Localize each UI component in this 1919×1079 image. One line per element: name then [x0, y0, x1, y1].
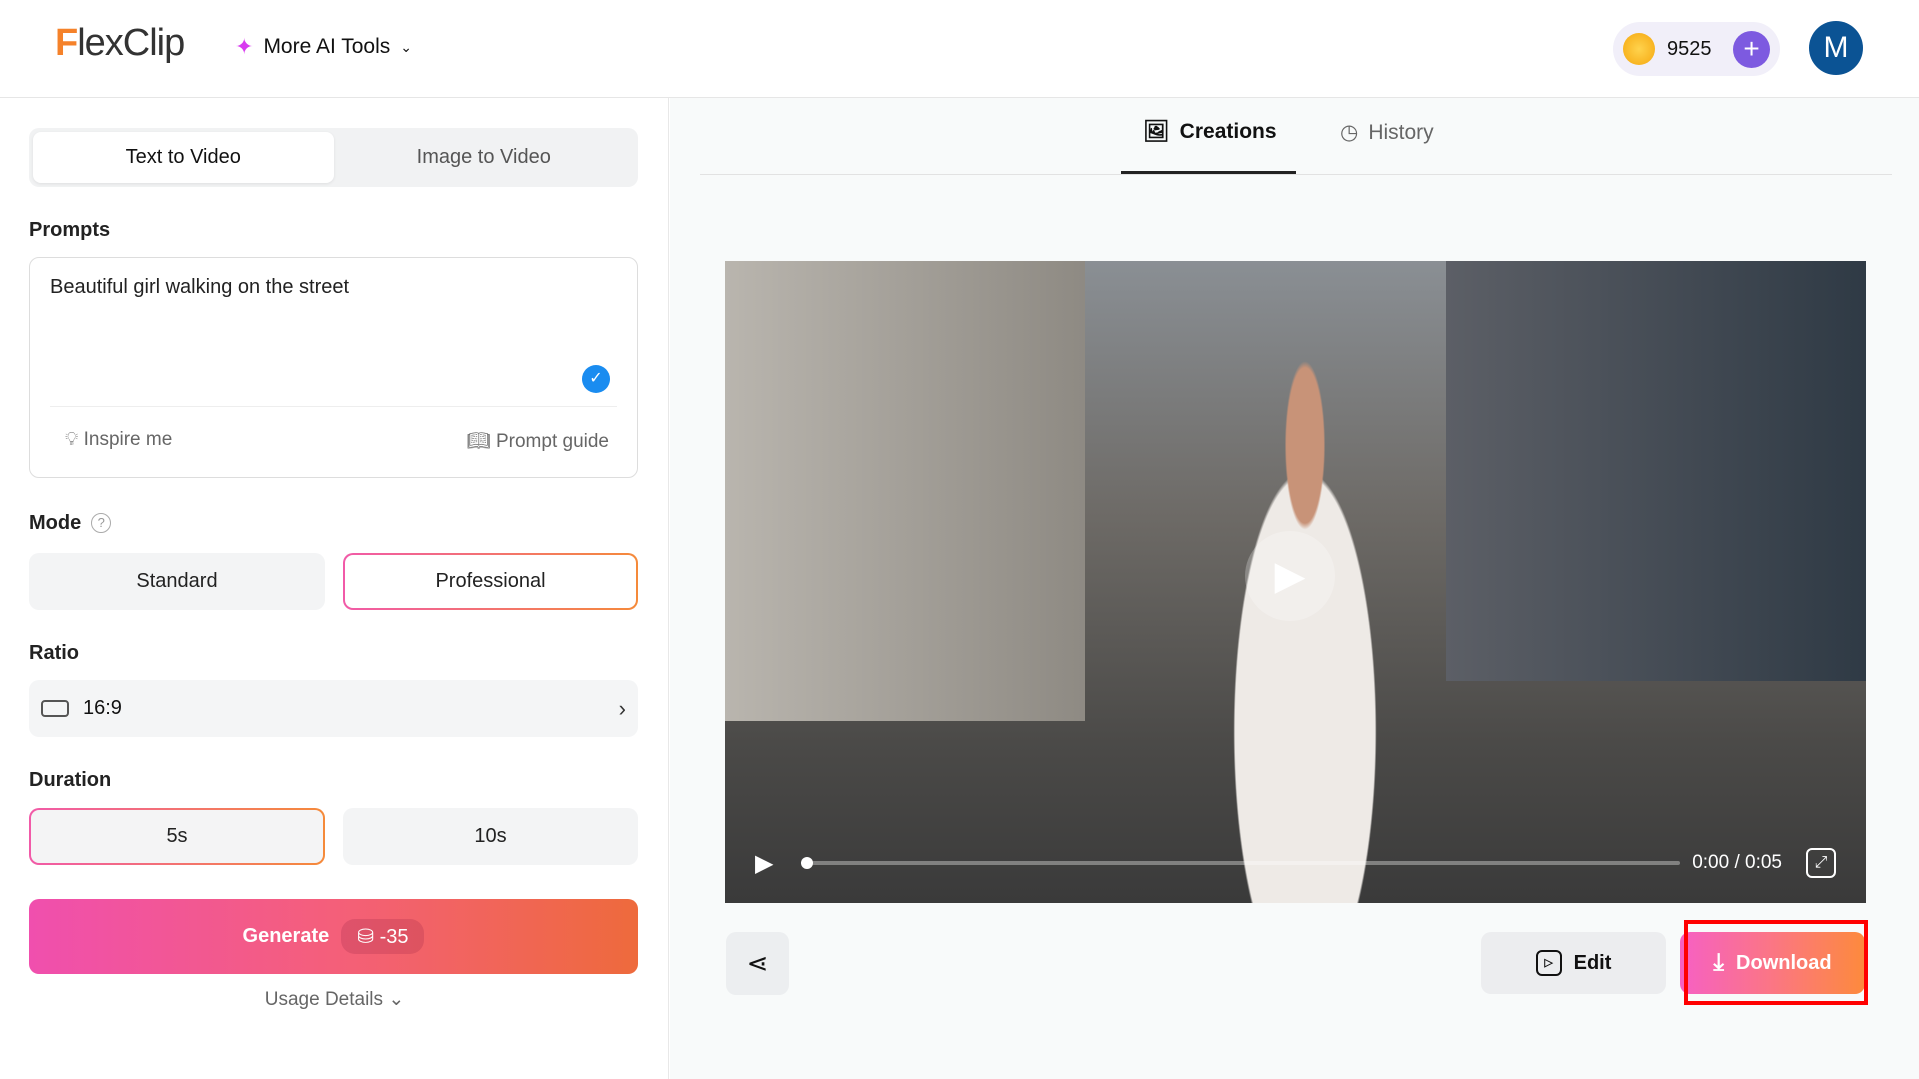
flexclip-logo[interactable]: FlexClip: [55, 22, 184, 65]
ratio-selector[interactable]: 16:9 ›: [29, 680, 638, 737]
fullscreen-icon[interactable]: ⤢: [1806, 848, 1836, 878]
prompt-guide-label: Prompt guide: [496, 431, 609, 452]
edit-button[interactable]: ▷ Edit: [1481, 932, 1666, 994]
chevron-right-icon: ›: [619, 696, 626, 722]
progress-track[interactable]: [801, 861, 1680, 865]
video-controls: ▶ 0:00 / 0:05 ⤢: [725, 823, 1866, 903]
mode-label-text: Mode: [29, 512, 81, 534]
share-icon: ⋖: [747, 948, 769, 978]
duration-5s-button[interactable]: 5s: [29, 808, 325, 865]
play-icon[interactable]: ▶: [755, 849, 773, 878]
inspire-me-label: Inspire me: [84, 429, 173, 450]
book-icon: 📖︎: [467, 431, 491, 452]
play-square-icon: ▷: [1536, 950, 1562, 976]
prompt-text[interactable]: Beautiful girl walking on the street: [50, 276, 349, 299]
divider: [700, 174, 1892, 175]
prompts-label: Prompts: [29, 219, 110, 242]
ratio-label: Ratio: [29, 642, 79, 665]
coins-icon: ⛁: [357, 926, 374, 948]
tab-text-to-video[interactable]: Text to Video: [33, 132, 334, 183]
time-readout: 0:00 / 0:05: [1692, 852, 1782, 874]
add-credits-button[interactable]: +: [1733, 31, 1770, 68]
history-label: History: [1368, 121, 1433, 145]
generate-label: Generate: [243, 925, 330, 948]
image-icon: 🖼︎: [1143, 120, 1170, 144]
chevron-down-icon: ⌄: [388, 989, 404, 1010]
creations-label: Creations: [1180, 120, 1277, 144]
mode-label: Mode?: [29, 512, 111, 535]
ratio-icon: [41, 700, 69, 717]
generate-button[interactable]: Generate ⛁ -35: [29, 899, 638, 974]
usage-details-toggle[interactable]: Usage Details ⌄: [0, 988, 669, 1011]
coin-icon: [1623, 33, 1655, 65]
lightbulb-icon: 💡︎: [65, 429, 78, 450]
mode-professional-button[interactable]: Professional: [343, 553, 638, 610]
tab-creations[interactable]: 🖼︎ Creations: [1143, 120, 1277, 144]
more-ai-tools-label: More AI Tools: [263, 35, 390, 59]
video-frame-left: [725, 261, 1085, 721]
help-icon[interactable]: ?: [91, 513, 111, 533]
progress-handle[interactable]: [801, 857, 813, 869]
ratio-value: 16:9: [83, 697, 122, 720]
duration-10s-button[interactable]: 10s: [343, 808, 638, 865]
sparkle-icon: ✦: [235, 34, 253, 60]
mode-standard-button[interactable]: Standard: [29, 553, 325, 610]
more-ai-tools-menu[interactable]: ✦ More AI Tools ⌄: [235, 34, 412, 60]
credits-value: 9525: [1667, 38, 1712, 61]
generation-type-tabs: Text to Video Image to Video: [29, 128, 638, 187]
prompt-input[interactable]: Beautiful girl walking on the street ✓ 💡…: [29, 257, 638, 478]
tab-image-to-video[interactable]: Image to Video: [334, 132, 635, 183]
clock-icon: ◷: [1340, 120, 1358, 145]
video-frame-right: [1446, 261, 1866, 681]
cost-badge: ⛁ -35: [341, 919, 424, 954]
share-button[interactable]: ⋖: [726, 932, 789, 995]
usage-details-label: Usage Details: [265, 989, 383, 1010]
video-player[interactable]: ▶ ▶ 0:00 / 0:05 ⤢: [725, 261, 1866, 903]
divider: [50, 406, 617, 407]
inspire-me-button[interactable]: 💡︎ Inspire me: [65, 429, 172, 451]
edit-label: Edit: [1574, 952, 1612, 975]
prompt-guide-button[interactable]: 📖︎ Prompt guide: [467, 429, 609, 453]
check-icon: ✓: [582, 365, 610, 393]
chevron-down-icon: ⌄: [400, 39, 412, 56]
duration-label: Duration: [29, 769, 111, 792]
credits-pill: 9525 +: [1613, 22, 1780, 76]
cost-value: -35: [380, 926, 409, 948]
highlight-box: [1684, 920, 1868, 1005]
avatar[interactable]: M: [1809, 21, 1863, 75]
play-overlay-button[interactable]: ▶: [1245, 531, 1335, 621]
tab-history[interactable]: ◷ History: [1340, 120, 1434, 145]
